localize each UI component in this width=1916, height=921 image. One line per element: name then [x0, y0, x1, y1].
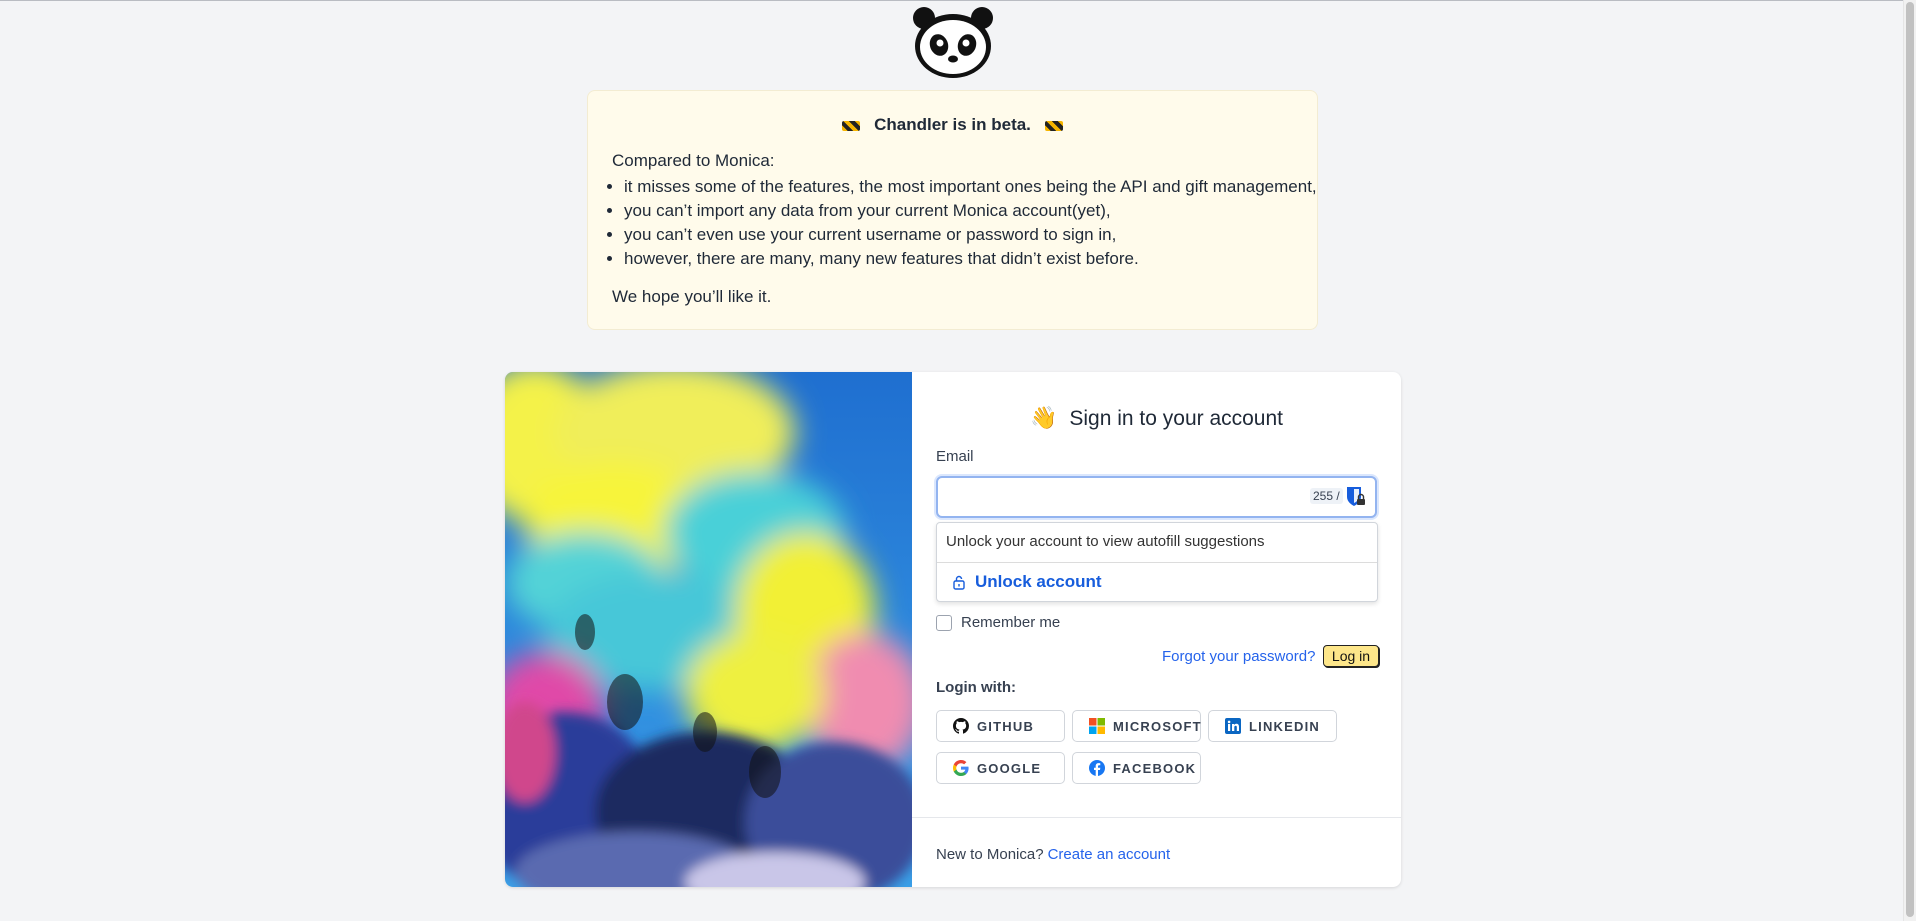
google-icon	[953, 760, 969, 776]
remember-me-checkbox[interactable]	[936, 614, 952, 631]
card-divider	[912, 817, 1401, 818]
unlock-account-button[interactable]: Unlock account	[951, 569, 1102, 595]
signup-row: New to Monica? Create an account	[936, 846, 1170, 863]
bitwarden-icon[interactable]	[1344, 485, 1366, 507]
remember-me[interactable]: Remember me	[936, 614, 1060, 631]
create-account-link[interactable]: Create an account	[1048, 846, 1171, 863]
microsoft-label: MICROSOFT	[1113, 718, 1202, 734]
scrollbar-thumb[interactable]	[1906, 2, 1914, 917]
autofill-dropdown: Unlock your account to view autofill sug…	[936, 522, 1378, 602]
email-label: Email	[936, 448, 974, 465]
new-to-monica-text: New to Monica?	[936, 846, 1044, 863]
login-button[interactable]: Log in	[1323, 645, 1379, 667]
lock-icon	[953, 575, 965, 590]
github-label: GITHUB	[977, 718, 1035, 734]
browser-top-border	[0, 0, 1916, 1]
microsoft-icon	[1089, 718, 1105, 734]
unlock-account-label: Unlock account	[975, 572, 1102, 591]
google-login-button[interactable]: GOOGLE	[936, 752, 1065, 784]
google-label: GOOGLE	[977, 760, 1042, 776]
signin-form: 👋 Sign in to your account Email 255 / Unl…	[912, 372, 1401, 887]
construction-sign-icon	[842, 120, 861, 131]
page-scrollbar[interactable]	[1903, 0, 1916, 921]
construction-sign-icon	[1044, 120, 1063, 131]
facebook-login-button[interactable]: FACEBOOK	[1072, 752, 1201, 784]
forgot-password-link[interactable]: Forgot your password?	[1162, 648, 1315, 665]
facebook-icon	[1089, 760, 1105, 776]
panda-logo-icon	[913, 7, 993, 78]
beta-title: Chandler is in beta.	[588, 115, 1317, 135]
linkedin-icon	[1225, 718, 1241, 734]
github-icon	[953, 718, 969, 734]
github-login-button[interactable]: GITHUB	[936, 710, 1065, 742]
beta-point: it misses some of the features, the most…	[624, 175, 1317, 199]
facebook-label: FACEBOOK	[1113, 760, 1197, 776]
linkedin-label: LINKEDIN	[1249, 718, 1320, 734]
signin-title: Sign in to your account	[1069, 407, 1284, 430]
beta-points: it misses some of the features, the most…	[600, 175, 1317, 271]
microsoft-login-button[interactable]: MICROSOFT	[1072, 710, 1201, 742]
beta-point: however, there are many, many new featur…	[624, 247, 1317, 271]
beta-outro: We hope you’ll like it.	[612, 287, 772, 306]
beta-title-text: Chandler is in beta.	[874, 115, 1031, 134]
autofill-message: Unlock your account to view autofill sug…	[946, 533, 1265, 550]
signin-card: 👋 Sign in to your account Email 255 / Unl…	[505, 372, 1401, 887]
beta-point: you can’t even use your current username…	[624, 223, 1317, 247]
signin-heading: 👋 Sign in to your account	[912, 405, 1401, 431]
holi-crowd-photo	[505, 372, 912, 887]
password-manager-counter: 255 /	[1310, 488, 1343, 504]
autofill-divider	[937, 562, 1377, 563]
beta-point: you can’t import any data from your curr…	[624, 199, 1317, 223]
linkedin-login-button[interactable]: LINKEDIN	[1208, 710, 1337, 742]
login-with-label: Login with:	[936, 679, 1016, 696]
wave-hand-icon: 👋	[1029, 405, 1058, 430]
remember-me-label: Remember me	[961, 614, 1061, 631]
beta-notice: Chandler is in beta. Compared to Monica:…	[587, 90, 1318, 330]
beta-intro: Compared to Monica:	[612, 151, 775, 170]
